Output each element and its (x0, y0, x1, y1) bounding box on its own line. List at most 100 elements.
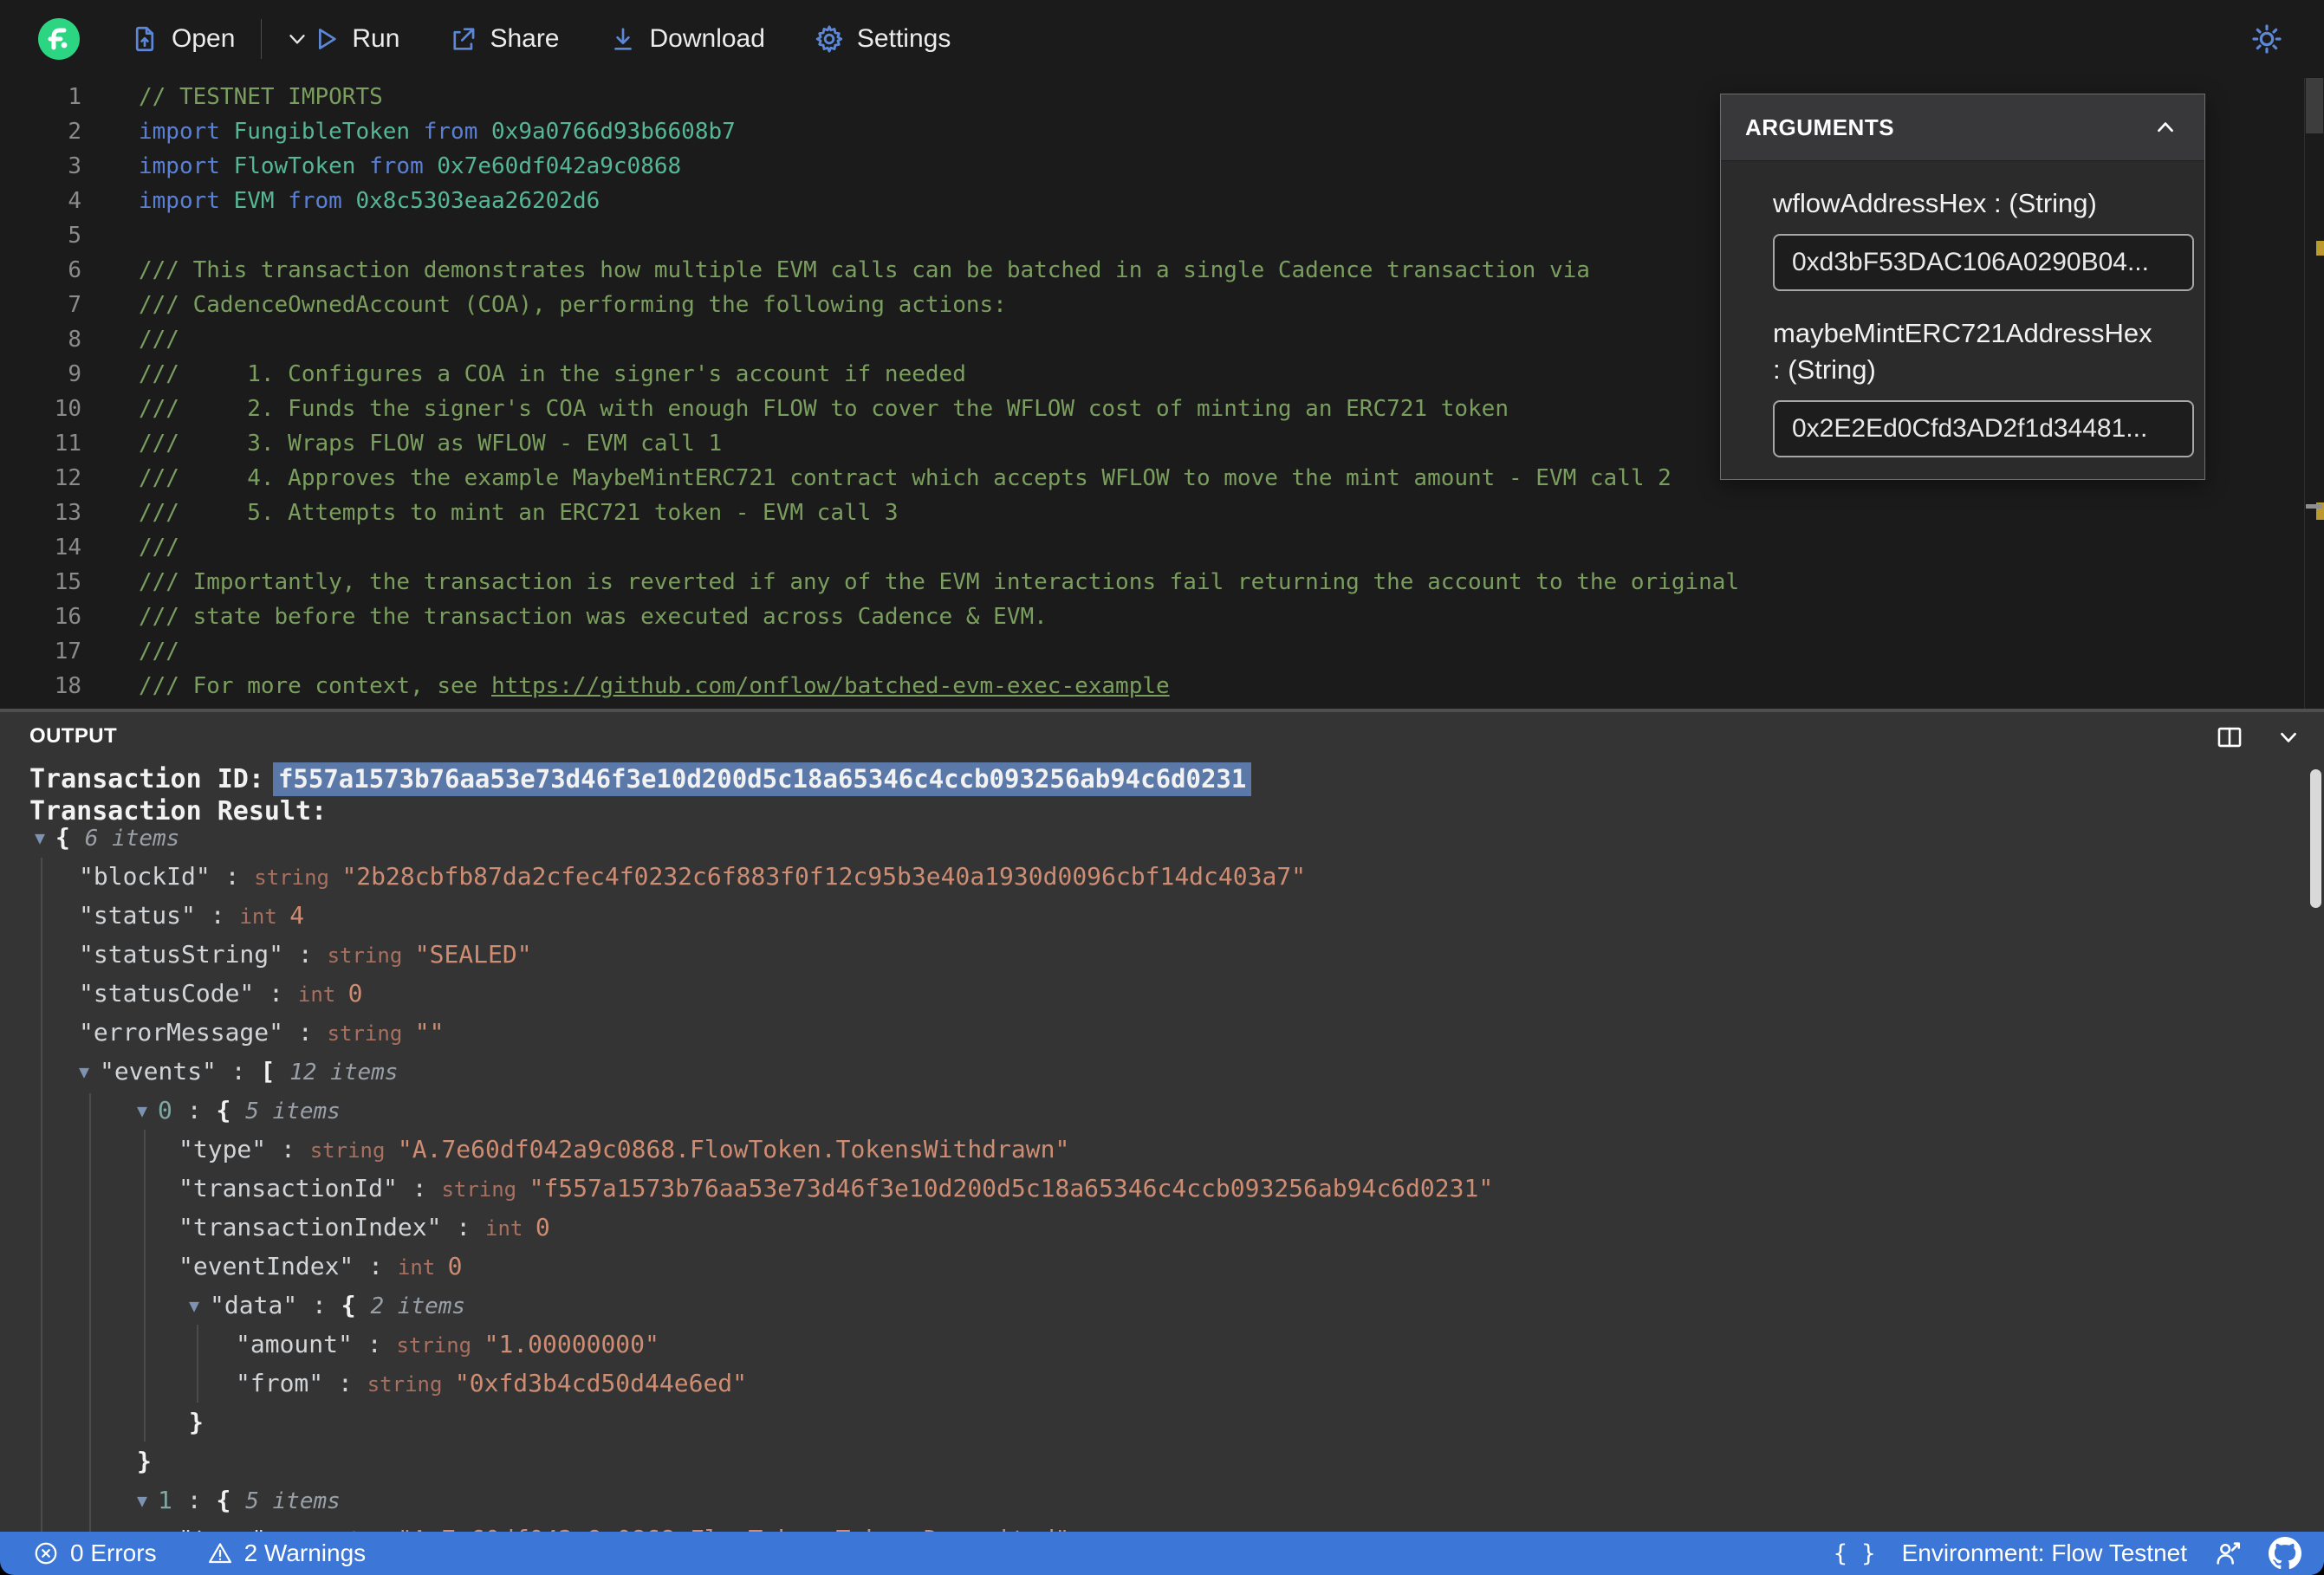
json-tree-row: ▼{ 6 items (35, 823, 180, 852)
toolbar: Open Run Share Download Settings (0, 0, 2324, 78)
open-dropdown-chevron-icon[interactable] (284, 26, 310, 52)
line-number: 10 (54, 396, 81, 422)
collapse-toggle-icon[interactable]: ▼ (79, 1061, 100, 1082)
code-braces-icon: { } (1833, 1539, 1876, 1567)
share-button[interactable]: Share (448, 24, 560, 54)
code-line: /// state before the transaction was exe… (139, 604, 1048, 630)
editor-scrollbar-thumb[interactable] (2306, 78, 2323, 133)
error-circle-icon (35, 1542, 57, 1565)
download-icon (613, 28, 632, 50)
output-scrollbar-thumb[interactable] (2310, 769, 2321, 908)
line-number: 15 (54, 569, 81, 595)
line-number: 17 (54, 638, 81, 664)
errors-count: 0 Errors (70, 1539, 157, 1566)
argument-label: wflowAddressHex : (String) (1773, 188, 2097, 218)
environment-label[interactable]: Environment: Flow Testnet (1902, 1539, 2187, 1567)
arguments-title: ARGUMENTS (1745, 113, 1895, 140)
run-label: Run (352, 24, 400, 53)
app-window: Open Run Share Download Settings 1 2 3 4… (0, 0, 2324, 1575)
indent-guide (144, 1130, 146, 1442)
json-tree-row: "type" : string "A.7e60df042a9c0868.Flow… (179, 1135, 1070, 1163)
settings-gear-icon (815, 25, 843, 53)
line-number: 18 (54, 673, 81, 699)
line-number: 2 (68, 119, 81, 145)
code-line: /// Importantly, the transaction is reve… (139, 569, 1740, 595)
share-label: Share (490, 24, 560, 53)
download-button[interactable]: Download (608, 24, 765, 54)
open-label: Open (172, 24, 236, 53)
share-icon (453, 28, 475, 50)
line-number: 13 (54, 500, 81, 526)
line-number-gutter: 1 2 3 4 5 6 7 8 9 10 11 12 13 14 15 16 17 18 (0, 80, 87, 703)
line-number: 14 (54, 535, 81, 561)
warnings-status[interactable]: 2 Warnings (207, 1539, 367, 1567)
line-number: 12 (54, 465, 81, 491)
errors-status[interactable]: 0 Errors (33, 1539, 157, 1567)
download-label: Download (649, 24, 765, 53)
code-line: /// (139, 535, 179, 561)
theme-toggle-sun-icon[interactable] (2249, 22, 2284, 56)
json-tree-row: "statusCode" : int 0 (79, 979, 363, 1008)
json-tree-row: "eventIndex" : int 0 (179, 1252, 463, 1280)
collapse-toggle-icon[interactable]: ▼ (189, 1295, 210, 1316)
argument-label: maybeMintERC721AddressHex : (String) (1773, 318, 2152, 385)
json-tree-row: ▼ "events" : [ 12 items (79, 1057, 399, 1086)
arguments-panel-body: wflowAddressHex : (String) 0xd3bF53DAC10… (1721, 161, 2204, 457)
flow-logo-icon (38, 18, 80, 60)
json-tree-row: } (137, 1447, 152, 1475)
run-icon (319, 29, 337, 49)
collapse-toggle-icon[interactable]: ▼ (35, 827, 55, 848)
json-tree-row: } (189, 1408, 204, 1436)
warnings-count: 2 Warnings (243, 1539, 367, 1566)
json-tree-row: "amount" : string "1.00000000" (236, 1330, 659, 1358)
json-tree-row: ▼ 0 : { 5 items (137, 1096, 341, 1125)
code-line: /// For more context, see https://github… (139, 673, 1170, 699)
arguments-panel-header[interactable]: ARGUMENTS (1721, 94, 2204, 161)
arguments-panel: ARGUMENTS wflowAddressHex : (String) 0xd… (1720, 94, 2205, 480)
open-button[interactable]: Open (130, 24, 235, 54)
line-number: 3 (68, 153, 81, 179)
json-tree-row: "transactionIndex" : int 0 (179, 1213, 550, 1241)
json-tree-row: "statusString" : string "SEALED" (79, 940, 532, 969)
json-tree: ▼{ 6 items "blockId" : string "2b28cbfb87… (0, 712, 2324, 1532)
line-number: 1 (68, 84, 81, 110)
code-line: /// 5. Attempts to mint an ERC721 token … (139, 500, 899, 526)
output-panel: OUTPUT Transaction ID: f557a1573b76aa53e7… (0, 712, 2324, 1532)
line-number: 4 (68, 188, 81, 214)
toolbar-separator (261, 19, 263, 59)
json-tree-row: "type" : string "A.7e60df042a9c0868.Flow… (179, 1520, 1069, 1532)
open-file-icon (135, 26, 154, 52)
indent-guide (89, 1093, 91, 1532)
line-number: 16 (54, 604, 81, 630)
indent-guide (197, 1325, 198, 1403)
collapse-panel-chevron-up-icon[interactable] (2152, 114, 2178, 140)
editor-overview-ruler[interactable] (2304, 78, 2324, 709)
indent-guide (41, 858, 42, 1532)
line-number: 6 (68, 257, 81, 283)
collapse-toggle-icon[interactable]: ▼ (137, 1490, 158, 1511)
line-number: 8 (68, 327, 81, 353)
warning-marker (2316, 241, 2324, 256)
settings-label: Settings (856, 24, 951, 53)
github-icon[interactable] (2269, 1537, 2301, 1570)
json-tree-row: ▼ "data" : { 2 items (189, 1291, 466, 1319)
line-number: 11 (54, 431, 81, 457)
json-tree-row: "from" : string "0xfd3b4cd50d44e6ed" (236, 1369, 748, 1397)
maybe-mint-erc721-address-input[interactable]: 0x2E2Ed0Cfd3AD2f1d34481... (1773, 400, 2194, 457)
run-button[interactable]: Run (310, 24, 399, 54)
line-number: 7 (68, 292, 81, 318)
json-tree-row: "transactionId" : string "f557a1573b76aa… (179, 1174, 1494, 1202)
comment-link[interactable]: https://github.com/onflow/batched-evm-ex… (491, 673, 1170, 699)
code-line: /// (139, 638, 179, 664)
collapse-toggle-icon[interactable]: ▼ (137, 1100, 158, 1121)
json-tree-row: "errorMessage" : string "" (79, 1018, 445, 1047)
line-number: 9 (68, 361, 81, 387)
warning-triangle-icon (208, 1543, 231, 1564)
feedback-person-icon[interactable] (2213, 1539, 2243, 1568)
json-tree-row: "status" : int 4 (79, 901, 305, 930)
settings-button[interactable]: Settings (814, 23, 951, 55)
status-bar: 0 Errors 2 Warnings { } Environment: Flo… (0, 1532, 2324, 1575)
wflow-address-input[interactable]: 0xd3bF53DAC106A0290B04... (1773, 234, 2194, 291)
line-number: 5 (68, 223, 81, 249)
ruler-position-marker (2306, 504, 2322, 509)
